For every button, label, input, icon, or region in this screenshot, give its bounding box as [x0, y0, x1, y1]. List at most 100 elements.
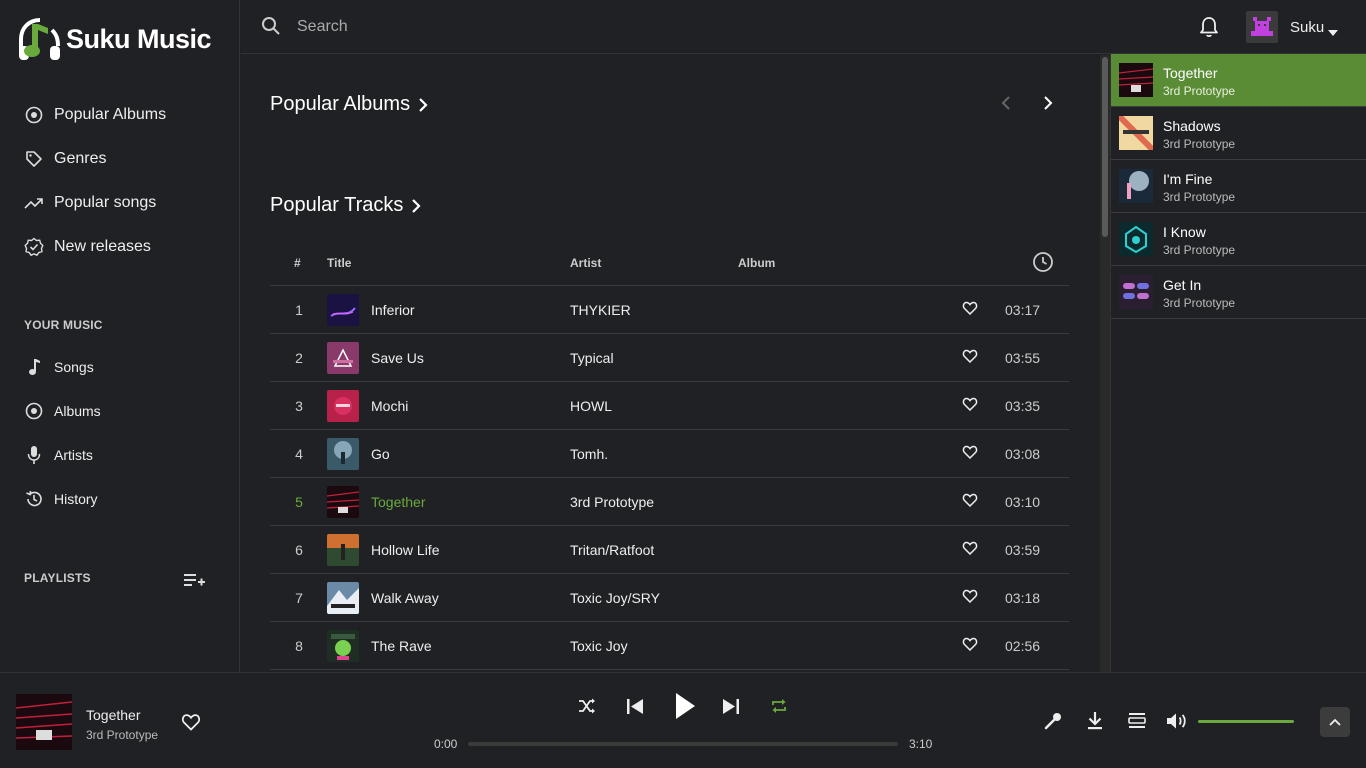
sidebar-item-genres[interactable]: Genres: [24, 147, 106, 171]
heart-icon[interactable]: [962, 540, 978, 559]
table-row[interactable]: 5 Together 3rd Prototype 03:10: [270, 478, 1069, 526]
queue-item[interactable]: I'm Fine 3rd Prototype: [1111, 160, 1366, 213]
play-icon[interactable]: [673, 691, 697, 726]
col-num: #: [294, 256, 301, 270]
tag-icon: [24, 149, 44, 169]
queue-item[interactable]: I Know 3rd Prototype: [1111, 213, 1366, 266]
chevron-right-icon: [419, 97, 428, 112]
table-row[interactable]: 8 The Rave Toxic Joy 02:56: [270, 622, 1069, 670]
track-title[interactable]: Together: [371, 494, 425, 510]
search-icon[interactable]: [261, 16, 281, 41]
sidebar-item-songs[interactable]: Songs: [24, 355, 94, 379]
sidebar-item-label: Songs: [54, 359, 94, 375]
table-row[interactable]: 7 Walk Away Toxic Joy/SRY 03:18: [270, 574, 1069, 622]
seek-bar[interactable]: [468, 742, 898, 746]
sidebar-item-popular-albums[interactable]: Popular Albums: [24, 103, 166, 127]
queue-item-title: I'm Fine: [1163, 171, 1213, 187]
heart-icon[interactable]: [962, 444, 978, 463]
carousel-next-icon[interactable]: [1041, 95, 1055, 116]
sidebar-item-new-releases[interactable]: New releases: [24, 235, 151, 259]
table-row[interactable]: 4 Go Tomh. 03:08: [270, 430, 1069, 478]
chevron-up-icon: [1329, 718, 1341, 726]
track-title[interactable]: Hollow Life: [371, 542, 439, 558]
track-duration: 03:55: [1005, 350, 1041, 366]
col-album[interactable]: Album: [738, 256, 775, 270]
track-artist[interactable]: Typical: [570, 350, 614, 366]
music-note-icon: [24, 357, 44, 377]
heart-icon[interactable]: [962, 492, 978, 511]
track-title[interactable]: Walk Away: [371, 590, 439, 606]
notification-bell-icon[interactable]: [1199, 16, 1219, 43]
avatar[interactable]: [1246, 11, 1278, 43]
table-row[interactable]: 6 Hollow Life Tritan/Ratfoot 03:59: [270, 526, 1069, 574]
username[interactable]: Suku: [1290, 19, 1324, 36]
trending-icon: [24, 193, 44, 213]
heart-icon[interactable]: [962, 636, 978, 655]
scrollbar-thumb[interactable]: [1102, 57, 1108, 237]
sidebar-item-popular-songs[interactable]: Popular songs: [24, 191, 156, 215]
heart-icon[interactable]: [181, 712, 201, 737]
expand-player-button[interactable]: [1320, 707, 1350, 737]
track-number: 2: [295, 350, 303, 366]
sidebar-item-albums[interactable]: Albums: [24, 399, 101, 423]
track-artist[interactable]: HOWL: [570, 398, 612, 414]
now-playing-title[interactable]: Together: [86, 707, 140, 723]
carousel-prev-icon[interactable]: [999, 95, 1013, 116]
heart-icon[interactable]: [962, 300, 978, 319]
album-art: [1119, 275, 1153, 309]
album-art: [327, 534, 359, 566]
main-content: Popular Albums Popular Tracks # Title Ar…: [241, 55, 1099, 672]
track-title[interactable]: Inferior: [371, 302, 415, 318]
queue-item-artist: 3rd Prototype: [1163, 296, 1236, 310]
shuffle-icon[interactable]: [578, 698, 596, 719]
table-row[interactable]: 2 Save Us Typical 03:55: [270, 334, 1069, 382]
album-art: [327, 486, 359, 518]
track-title[interactable]: Mochi: [371, 398, 408, 414]
chevron-right-icon: [412, 198, 421, 213]
track-number: 3: [295, 398, 303, 414]
heart-icon[interactable]: [962, 348, 978, 367]
table-row[interactable]: 1 Inferior THYKIER 03:17: [270, 286, 1069, 334]
queue-item[interactable]: Shadows 3rd Prototype: [1111, 107, 1366, 160]
track-title[interactable]: The Rave: [371, 638, 432, 654]
popular-tracks-heading[interactable]: Popular Tracks: [270, 194, 421, 217]
main-scrollbar[interactable]: [1100, 55, 1110, 672]
sidebar-item-history[interactable]: History: [24, 487, 98, 511]
track-duration: 03:17: [1005, 302, 1041, 318]
now-playing-artist[interactable]: 3rd Prototype: [86, 728, 158, 742]
queue-list-icon[interactable]: [1128, 712, 1146, 735]
track-artist[interactable]: Toxic Joy: [570, 638, 628, 654]
col-title[interactable]: Title: [327, 256, 351, 270]
track-artist[interactable]: 3rd Prototype: [570, 494, 654, 510]
heart-icon[interactable]: [962, 396, 978, 415]
volume-icon[interactable]: [1166, 712, 1188, 735]
sidebar-item-label: Genres: [54, 150, 107, 167]
lyrics-microphone-icon[interactable]: [1044, 712, 1062, 735]
track-artist[interactable]: Tomh.: [570, 446, 608, 462]
track-duration: 03:08: [1005, 446, 1041, 462]
track-artist[interactable]: THYKIER: [570, 302, 631, 318]
chevron-down-icon[interactable]: [1328, 23, 1338, 41]
volume-slider[interactable]: [1198, 720, 1294, 723]
track-duration: 03:10: [1005, 494, 1041, 510]
track-title[interactable]: Save Us: [371, 350, 424, 366]
now-playing-art: [16, 694, 72, 750]
search-input[interactable]: [297, 14, 797, 40]
col-artist[interactable]: Artist: [570, 256, 601, 270]
logo[interactable]: Suku Music: [18, 16, 212, 62]
download-icon[interactable]: [1086, 711, 1104, 736]
heart-icon[interactable]: [962, 588, 978, 607]
track-title[interactable]: Go: [371, 446, 390, 462]
next-icon[interactable]: [722, 698, 740, 720]
queue-item[interactable]: Get In 3rd Prototype: [1111, 266, 1366, 319]
popular-albums-heading[interactable]: Popular Albums: [270, 93, 428, 116]
queue-item[interactable]: Together 3rd Prototype: [1111, 54, 1366, 107]
track-artist[interactable]: Toxic Joy/SRY: [570, 590, 660, 606]
table-row[interactable]: 3 Mochi HOWL 03:35: [270, 382, 1069, 430]
track-artist[interactable]: Tritan/Ratfoot: [570, 542, 654, 558]
previous-icon[interactable]: [626, 698, 644, 720]
sidebar-item-artists[interactable]: Artists: [24, 443, 93, 467]
add-playlist-icon[interactable]: [184, 573, 206, 594]
repeat-icon[interactable]: [770, 698, 788, 719]
queue-item-title: Get In: [1163, 277, 1202, 293]
